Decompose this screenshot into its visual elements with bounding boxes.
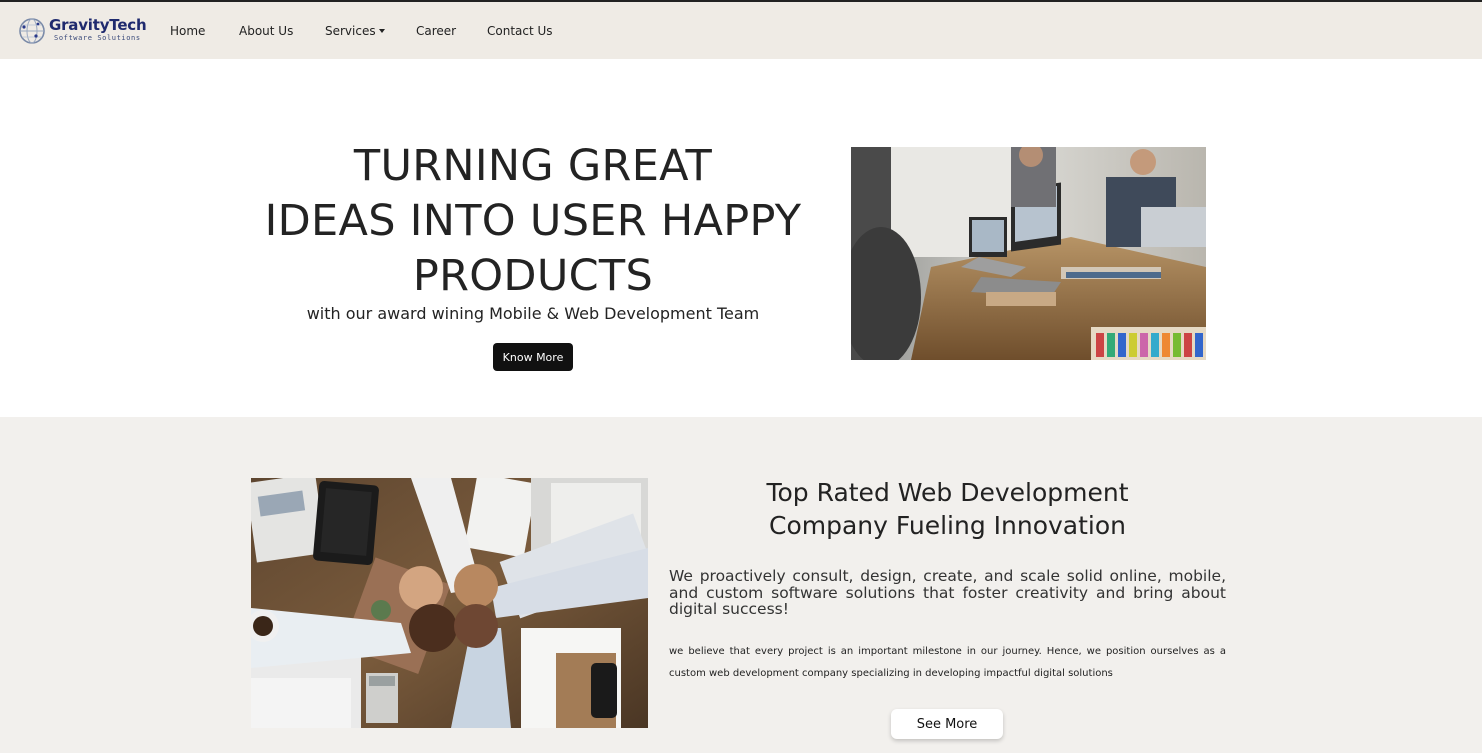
about-title-line-1: Top Rated Web Development [766, 478, 1129, 507]
about-lead-paragraph: We proactively consult, design, create, … [669, 567, 1226, 618]
see-more-button[interactable]: See More [891, 709, 1003, 739]
logo[interactable]: GravityTech Software Solutions [18, 15, 148, 47]
nav-services-label: Services [325, 24, 376, 38]
caret-down-icon [378, 29, 385, 33]
about-section: Top Rated Web Development Company Fuelin… [0, 417, 1482, 753]
nav-home[interactable]: Home [170, 24, 205, 38]
hero-title: TURNING GREAT IDEAS INTO USER HAPPY PROD… [250, 139, 816, 304]
hero-subtitle: with our award wining Mobile & Web Devel… [306, 304, 760, 323]
logo-name: GravityTech [49, 16, 147, 34]
logo-tagline: Software Solutions [54, 34, 141, 42]
office-meeting-illustration [851, 147, 1206, 360]
office-meeting-image [851, 147, 1206, 360]
teamwork-fists-image [251, 478, 648, 728]
about-title-line-2: Company Fueling Innovation [768, 511, 1127, 540]
hero-section: TURNING GREAT IDEAS INTO USER HAPPY PROD… [0, 59, 1482, 417]
about-title: Top Rated Web Development Company Fuelin… [669, 476, 1226, 542]
about-body-paragraph: we believe that every project is an impo… [669, 646, 1226, 679]
teamwork-illustration [251, 478, 648, 728]
nav-contact-us[interactable]: Contact Us [487, 24, 553, 38]
nav-career[interactable]: Career [416, 24, 456, 38]
globe-logo-icon [19, 18, 45, 44]
hero-title-line-3: PRODUCTS [412, 251, 654, 301]
know-more-button[interactable]: Know More [493, 343, 573, 371]
nav-about-us[interactable]: About Us [239, 24, 293, 38]
hero-title-line-1: TURNING GREAT [353, 141, 713, 191]
hero-title-line-2: IDEAS INTO USER HAPPY [264, 196, 802, 246]
top-navbar: GravityTech Software Solutions Home Abou… [0, 2, 1482, 59]
nav-services[interactable]: Services [325, 24, 385, 38]
